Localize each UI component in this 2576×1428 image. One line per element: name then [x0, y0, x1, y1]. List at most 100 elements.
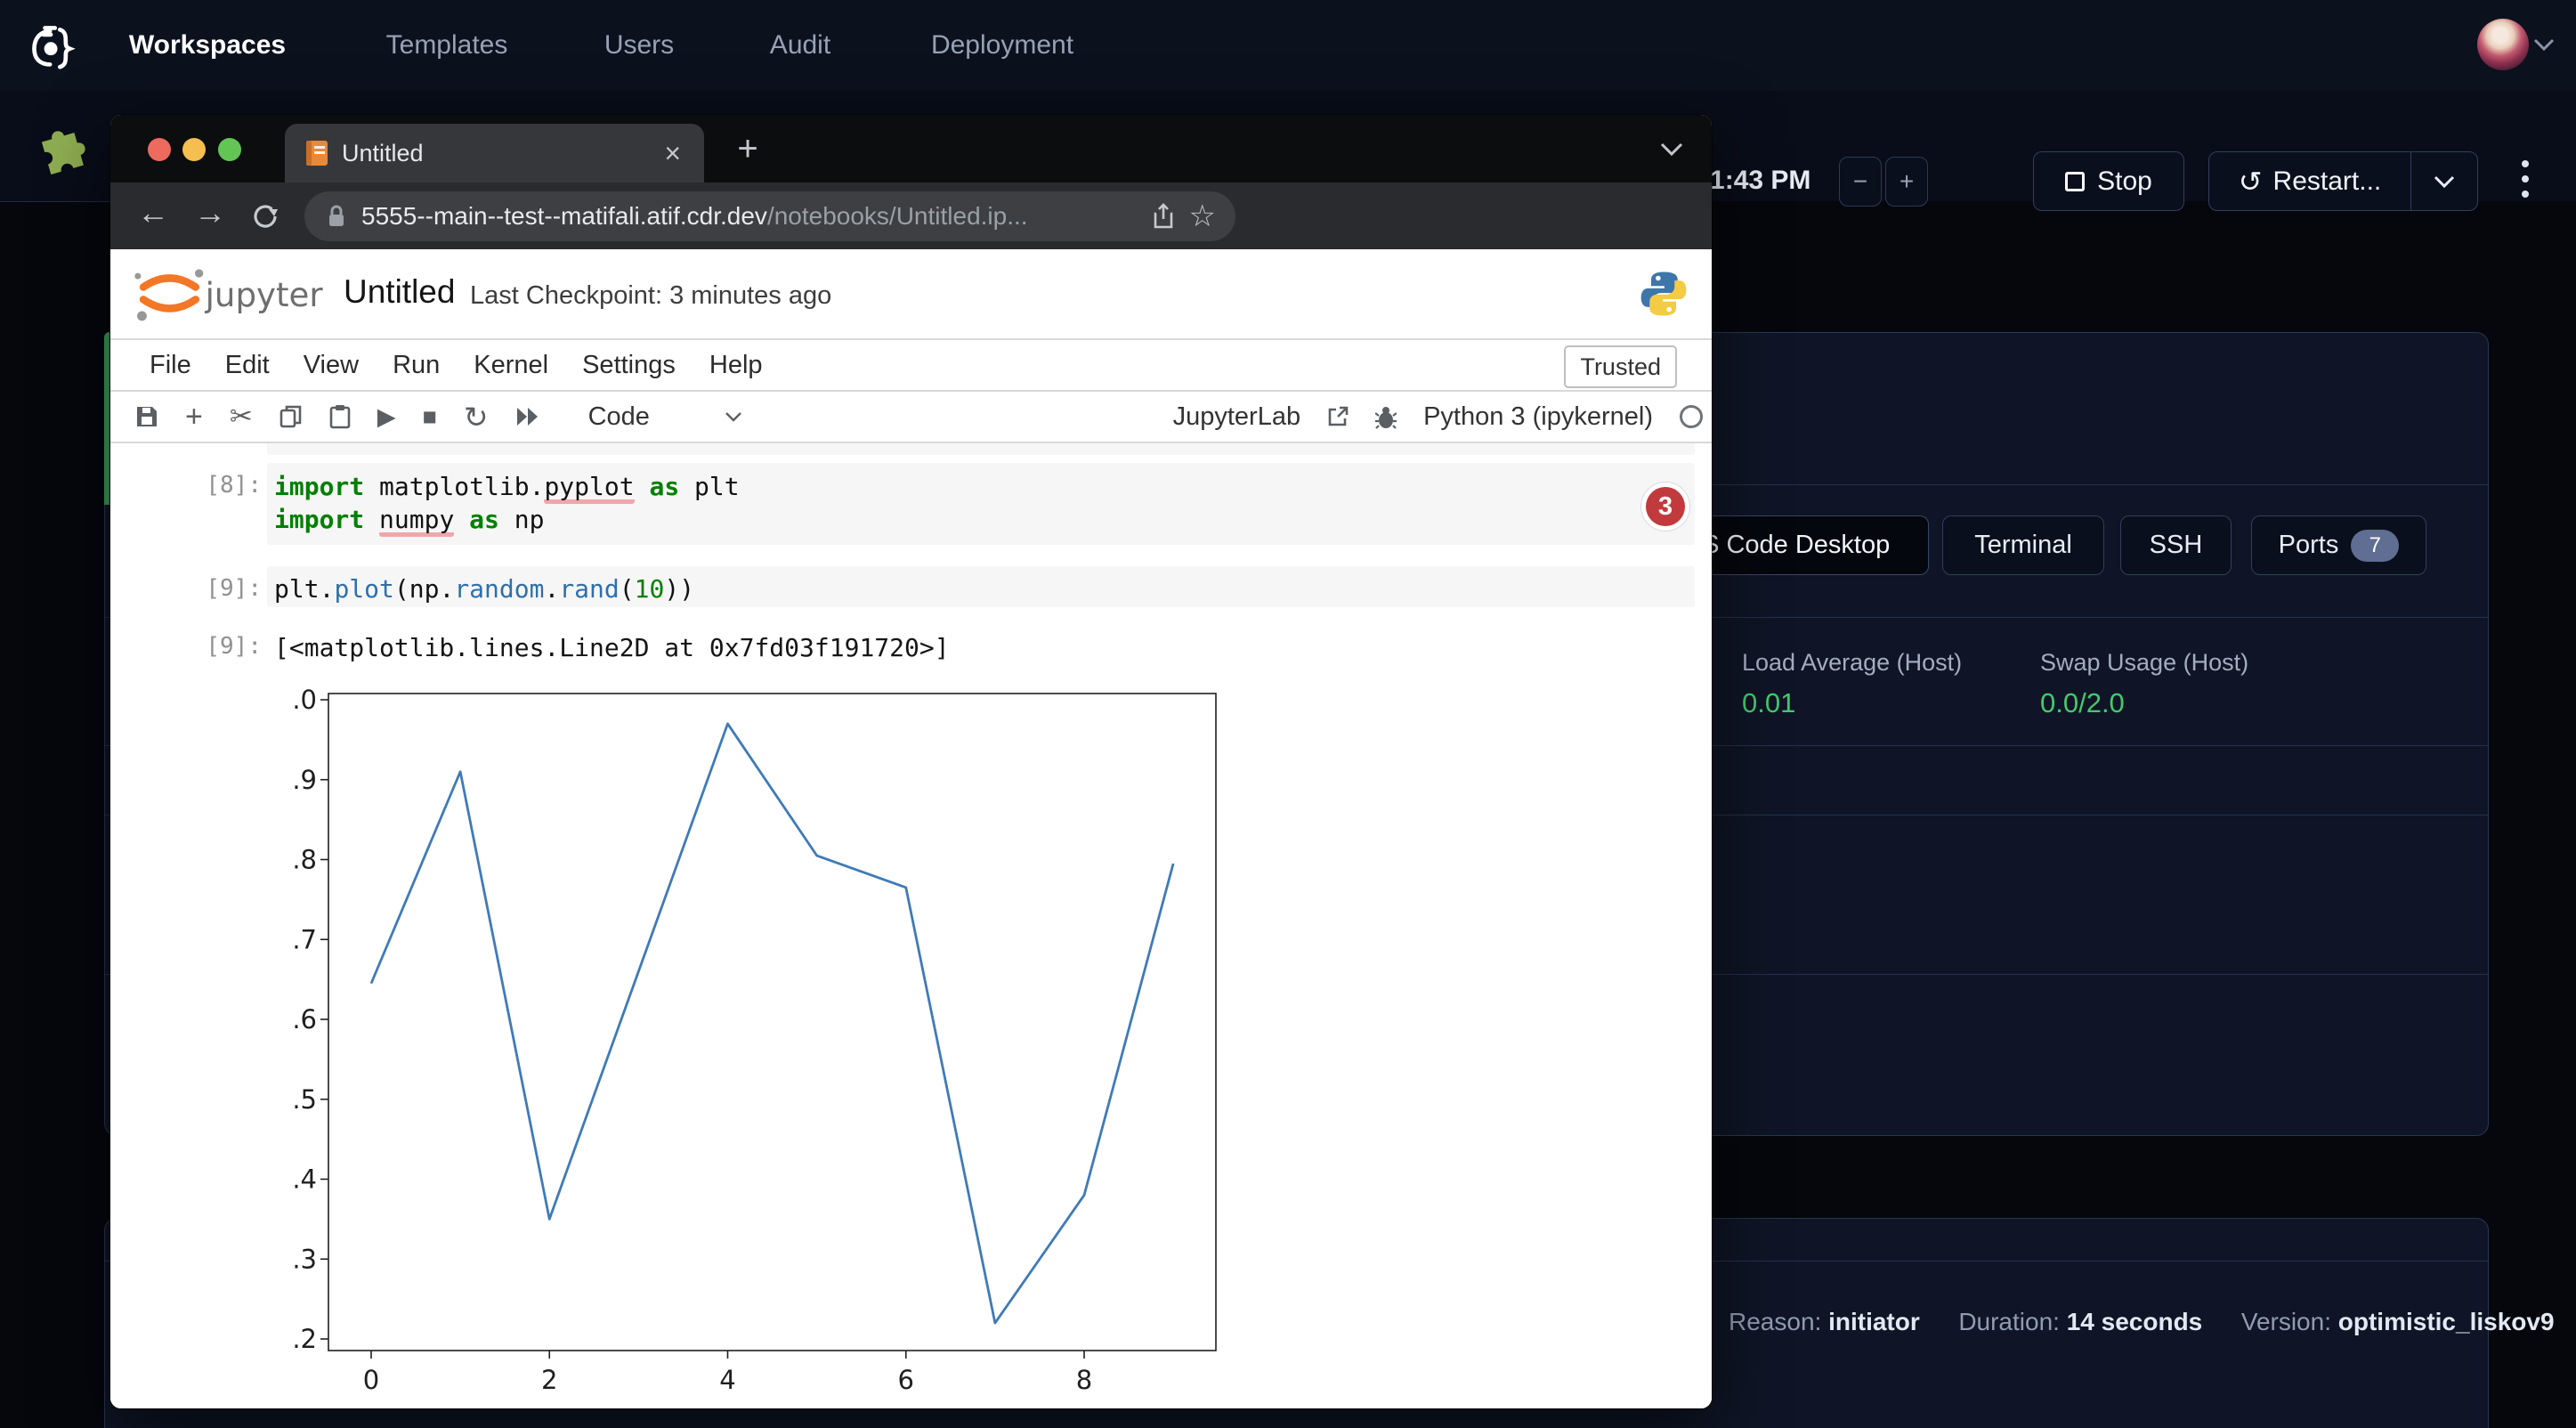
window-minimize-button[interactable]: [182, 138, 206, 161]
kernel-name[interactable]: Python 3 (ipykernel): [1423, 402, 1653, 432]
browser-tabstrip: Untitled × +: [110, 115, 1712, 183]
cell-type-select[interactable]: Code: [588, 402, 650, 432]
code-cell-8[interactable]: import matplotlib.pyplot as plt import n…: [267, 463, 1695, 545]
url-bar[interactable]: 5555--main--test--matifali.atif.cdr.dev/…: [304, 191, 1235, 241]
zoom-out-button[interactable]: −: [1839, 157, 1882, 207]
user-menu-chevron-down-icon[interactable]: [2533, 38, 2555, 52]
figure-plot: 1.00.90.80.70.60.50.40.30.202468: [294, 681, 1291, 1393]
restart-kernel-icon[interactable]: ↻: [464, 400, 489, 434]
copy-cell-icon[interactable]: [279, 404, 303, 429]
jupyter-header: jupyter Untitled Last Checkpoint: 3 minu…: [110, 249, 1712, 340]
menu-view[interactable]: View: [304, 351, 359, 380]
paste-cell-icon[interactable]: [329, 404, 351, 429]
menu-edit[interactable]: Edit: [225, 351, 270, 380]
jupyterlab-link[interactable]: JupyterLab: [1173, 402, 1301, 432]
svg-text:0.9: 0.9: [294, 765, 317, 795]
code8-line2: import numpy as np: [274, 503, 1695, 536]
nav-item-templates[interactable]: Templates: [386, 0, 508, 91]
menu-help[interactable]: Help: [709, 351, 763, 380]
user-avatar[interactable]: [2477, 19, 2529, 70]
nav-item-deployment[interactable]: Deployment: [931, 0, 1073, 91]
notification-badge-ring[interactable]: 3: [1640, 482, 1690, 531]
nav-deployment-label: Deployment: [931, 30, 1073, 61]
header-divider: [0, 201, 110, 202]
stop-label: Stop: [2097, 166, 2152, 197]
menu-run[interactable]: Run: [393, 351, 440, 380]
reload-icon[interactable]: [251, 202, 279, 231]
svg-text:0.2: 0.2: [294, 1324, 317, 1354]
tab-close-icon[interactable]: ×: [664, 124, 681, 183]
tab-search-chevron-down-icon[interactable]: [1660, 142, 1683, 157]
svg-text:6: 6: [898, 1365, 914, 1393]
notebook-area: [8]: import matplotlib.pyplot as plt imp…: [110, 443, 1712, 1408]
svg-text:4: 4: [719, 1365, 735, 1393]
screen: VS Code Desktop Terminal SSH Ports 7 Loa…: [0, 0, 2576, 1428]
stop-icon: [2065, 172, 2085, 191]
cell8-prompt: [8]:: [164, 472, 262, 499]
new-tab-button[interactable]: +: [728, 129, 767, 168]
external-link-icon[interactable]: [1327, 406, 1349, 427]
svg-text:0: 0: [363, 1365, 379, 1393]
share-icon[interactable]: [1152, 203, 1175, 230]
vscode-desktop-label: VS Code Desktop: [1685, 531, 1891, 560]
nav-item-workspaces[interactable]: Workspaces: [129, 0, 286, 91]
bookmark-star-icon[interactable]: ☆: [1189, 199, 1216, 234]
ssh-label: SSH: [2150, 531, 2203, 560]
save-icon[interactable]: [135, 405, 158, 428]
menu-settings[interactable]: Settings: [582, 351, 676, 380]
chevron-down-icon: [2434, 175, 2455, 188]
menu-file[interactable]: File: [150, 351, 191, 380]
window-close-button[interactable]: [148, 138, 171, 161]
zoom-in-button[interactable]: +: [1885, 157, 1928, 207]
trusted-button[interactable]: Trusted: [1564, 345, 1677, 388]
jupyterlab-label: JupyterLab: [1173, 402, 1301, 432]
nav-item-audit[interactable]: Audit: [770, 0, 830, 91]
forward-icon[interactable]: →: [194, 194, 226, 231]
nav-workspaces-label: Workspaces: [129, 30, 286, 61]
tab-title: Untitled: [342, 124, 424, 183]
swap-usage-label: Swap Usage (Host): [2040, 649, 2248, 677]
stop-workspace-button[interactable]: Stop: [2033, 151, 2184, 211]
notebook-title[interactable]: Untitled: [344, 273, 455, 311]
run-cell-icon[interactable]: ▶: [377, 403, 396, 431]
window-maximize-button[interactable]: [218, 138, 241, 161]
browser-tab[interactable]: Untitled ×: [285, 124, 704, 183]
jupyter-favicon-book-icon: [304, 139, 329, 167]
nav-item-users[interactable]: Users: [604, 0, 674, 91]
kernel-status-icon: [1680, 405, 1703, 428]
notification-badge: 3: [1646, 487, 1685, 526]
build-duration-value: 14 seconds: [2067, 1308, 2203, 1335]
top-navbar: Workspaces Templates Users Audit Deploym…: [0, 0, 2576, 91]
workspace-menu-kebab[interactable]: [2522, 160, 2529, 198]
jupyter-logo: jupyter: [128, 264, 335, 326]
cell-type-chevron-down-icon[interactable]: [725, 411, 742, 422]
restart-run-all-icon[interactable]: [515, 406, 540, 427]
menu-kernel[interactable]: Kernel: [474, 351, 548, 380]
cell9-prompt: [9]:: [164, 575, 262, 602]
svg-text:0.8: 0.8: [294, 845, 317, 875]
debugger-bug-icon[interactable]: [1375, 404, 1397, 429]
lock-icon: [326, 204, 347, 229]
terminal-button[interactable]: Terminal: [1942, 515, 2104, 575]
cut-cell-icon[interactable]: ✂: [230, 401, 253, 433]
build-reason-value: initiator: [1828, 1308, 1920, 1335]
previous-cell-partial[interactable]: [267, 443, 1695, 455]
back-icon[interactable]: ←: [137, 194, 169, 231]
ports-button[interactable]: Ports 7: [2251, 515, 2426, 575]
checkpoint-status: Last Checkpoint: 3 minutes ago: [470, 281, 831, 311]
build-meta-row: Reason: initiator Duration: 14 seconds V…: [1729, 1308, 2555, 1336]
ssh-button[interactable]: SSH: [2120, 515, 2232, 575]
svg-text:8: 8: [1076, 1365, 1092, 1393]
restart-menu-button[interactable]: [2411, 175, 2477, 188]
restart-icon: ↺: [2239, 165, 2263, 199]
svg-text:0.5: 0.5: [294, 1084, 317, 1115]
interrupt-kernel-icon[interactable]: ■: [423, 403, 437, 431]
jupyter-wordmark: jupyter: [205, 276, 324, 314]
restart-workspace-button[interactable]: ↺ Restart...: [2208, 151, 2478, 211]
build-duration-label: Duration:: [1958, 1308, 2060, 1335]
browser-toolbar: ← → 5555--main--test--matifali.atif.cdr.…: [110, 183, 1712, 249]
build-reason-label: Reason:: [1729, 1308, 1821, 1335]
restart-label: Restart...: [2273, 166, 2382, 197]
code-cell-9[interactable]: plt.plot(np.random.rand(10)): [267, 566, 1695, 607]
add-cell-icon[interactable]: +: [185, 400, 203, 434]
